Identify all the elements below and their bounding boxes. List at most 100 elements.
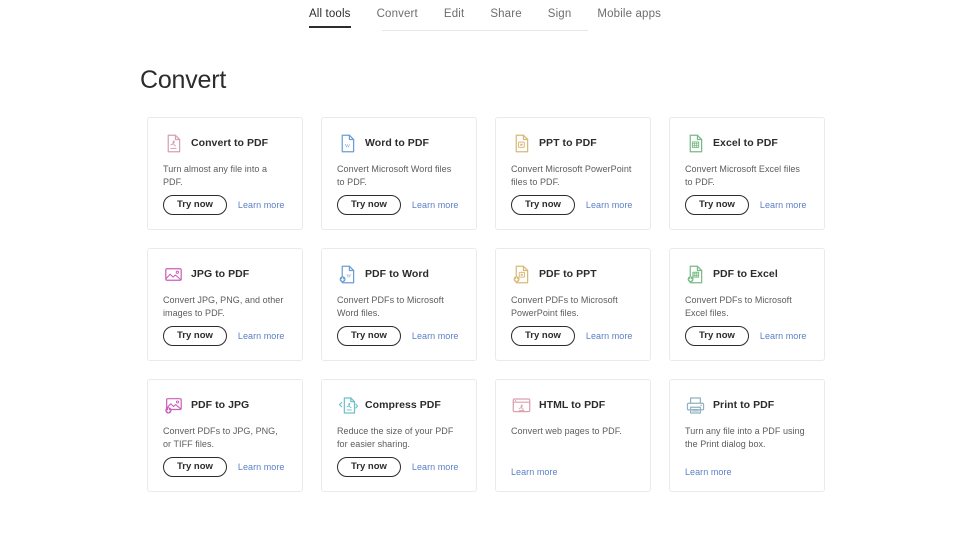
card-description: Convert Microsoft Excel files to PDF. bbox=[685, 164, 800, 188]
card-title: PDF to Excel bbox=[713, 267, 778, 280]
try-now-button[interactable]: Try now bbox=[685, 325, 749, 346]
learn-more-link[interactable]: Learn more bbox=[685, 467, 732, 477]
learn-more-link[interactable]: Learn more bbox=[412, 331, 459, 341]
card-title: PDF to JPG bbox=[191, 398, 250, 411]
printer-icon bbox=[685, 395, 706, 416]
card-actions: Learn more bbox=[511, 467, 558, 477]
try-now-button[interactable]: Try now bbox=[163, 325, 227, 346]
card-header: W PDF to Word bbox=[337, 263, 461, 285]
try-now-button[interactable]: Try now bbox=[511, 325, 575, 346]
card-title: HTML to PDF bbox=[539, 398, 606, 411]
nav-tab-share[interactable]: Share bbox=[490, 8, 521, 28]
learn-more-link[interactable]: Learn more bbox=[412, 200, 459, 210]
nav-tab-edit[interactable]: Edit bbox=[444, 8, 464, 28]
card-header: JPG to PDF bbox=[163, 263, 287, 285]
tool-card-pdf-to-ppt[interactable]: PDF to PPT Convert PDFs to Microsoft Powe… bbox=[495, 248, 651, 361]
card-description: Convert PDFs to Microsoft PowerPoint fil… bbox=[511, 295, 618, 319]
card-header: PDF to JPG bbox=[163, 394, 287, 416]
card-description: Convert PDFs to Microsoft Excel files. bbox=[685, 295, 792, 319]
word-document-icon: W bbox=[337, 133, 358, 154]
tool-card-jpg-to-pdf[interactable]: JPG to PDF Convert JPG, PNG, and other im… bbox=[147, 248, 303, 361]
card-actions: Try now Learn more bbox=[337, 194, 459, 215]
card-actions: Try now Learn more bbox=[337, 325, 459, 346]
tool-card-pdf-to-jpg[interactable]: PDF to JPG Convert PDFs to JPG, PNG, or T… bbox=[147, 379, 303, 492]
card-description: Convert JPG, PNG, and other images to PD… bbox=[163, 295, 284, 319]
nav-tab-mobile-apps[interactable]: Mobile apps bbox=[597, 8, 661, 28]
powerpoint-document-download-icon bbox=[511, 264, 532, 285]
card-description: Reduce the size of your PDF for easier s… bbox=[337, 426, 454, 450]
tool-card-html-to-pdf[interactable]: HTML to PDF Convert web pages to PDF. Lear… bbox=[495, 379, 651, 492]
card-header: Compress PDF bbox=[337, 394, 461, 416]
card-header: Print to PDF bbox=[685, 394, 809, 416]
card-header: W Word to PDF bbox=[337, 132, 461, 154]
top-navigation-bar: All tools Convert Edit Share Sign Mobile apps bbox=[0, 0, 970, 32]
try-now-button[interactable]: Try now bbox=[511, 194, 575, 215]
card-actions: Try now Learn more bbox=[685, 194, 807, 215]
card-header: PDF to PPT bbox=[511, 263, 635, 285]
card-actions: Learn more bbox=[685, 467, 732, 477]
card-header: PDF to Excel bbox=[685, 263, 809, 285]
excel-document-download-icon bbox=[685, 264, 706, 285]
powerpoint-document-icon bbox=[511, 133, 532, 154]
card-description: Convert web pages to PDF. bbox=[511, 426, 622, 436]
card-description: Convert Microsoft Word files to PDF. bbox=[337, 164, 452, 188]
card-title: Word to PDF bbox=[365, 136, 429, 149]
nav-item-list: All tools Convert Edit Share Sign Mobile apps bbox=[308, 0, 661, 28]
nav-tab-convert[interactable]: Convert bbox=[377, 8, 418, 28]
tool-card-pdf-to-word[interactable]: W PDF to Word Convert PDFs to Microsoft Wo… bbox=[321, 248, 477, 361]
svg-text:W: W bbox=[347, 274, 352, 279]
excel-document-icon bbox=[685, 133, 706, 154]
card-actions: Try now Learn more bbox=[163, 194, 285, 215]
browser-pdf-icon bbox=[511, 395, 532, 416]
image-icon bbox=[163, 264, 184, 285]
nav-tab-all-tools[interactable]: All tools bbox=[308, 8, 351, 28]
card-title: PPT to PDF bbox=[539, 136, 597, 149]
try-now-button[interactable]: Try now bbox=[685, 194, 749, 215]
card-header: Convert to PDF bbox=[163, 132, 287, 154]
card-header: Excel to PDF bbox=[685, 132, 809, 154]
tool-card-grid: Convert to PDF Turn almost any file into … bbox=[147, 117, 827, 492]
pdf-document-icon bbox=[163, 133, 184, 154]
card-header: PPT to PDF bbox=[511, 132, 635, 154]
try-now-button[interactable]: Try now bbox=[337, 194, 401, 215]
tool-card-ppt-to-pdf[interactable]: PPT to PDF Convert Microsoft PowerPoint f… bbox=[495, 117, 651, 230]
card-actions: Try now Learn more bbox=[511, 325, 633, 346]
learn-more-link[interactable]: Learn more bbox=[238, 462, 285, 472]
card-description: Turn any file into a PDF using the Print… bbox=[685, 426, 805, 450]
nav-underline-rule bbox=[382, 30, 588, 31]
learn-more-link[interactable]: Learn more bbox=[760, 331, 807, 341]
card-header: HTML to PDF bbox=[511, 394, 635, 416]
learn-more-link[interactable]: Learn more bbox=[238, 331, 285, 341]
learn-more-link[interactable]: Learn more bbox=[586, 200, 633, 210]
card-title: Convert to PDF bbox=[191, 136, 269, 149]
page-title: Convert bbox=[140, 66, 227, 94]
tool-card-compress-pdf[interactable]: Compress PDF Reduce the size of your PDF … bbox=[321, 379, 477, 492]
word-document-download-icon: W bbox=[337, 264, 358, 285]
card-title: Excel to PDF bbox=[713, 136, 778, 149]
nav-tab-sign[interactable]: Sign bbox=[548, 8, 572, 28]
try-now-button[interactable]: Try now bbox=[337, 325, 401, 346]
tool-card-excel-to-pdf[interactable]: Excel to PDF Convert Microsoft Excel file… bbox=[669, 117, 825, 230]
learn-more-link[interactable]: Learn more bbox=[412, 462, 459, 472]
card-actions: Try now Learn more bbox=[511, 194, 633, 215]
learn-more-link[interactable]: Learn more bbox=[586, 331, 633, 341]
card-title: Print to PDF bbox=[713, 398, 775, 411]
image-download-icon bbox=[163, 395, 184, 416]
tool-card-pdf-to-excel[interactable]: PDF to Excel Convert PDFs to Microsoft Ex… bbox=[669, 248, 825, 361]
tool-card-print-to-pdf[interactable]: Print to PDF Turn any file into a PDF usi… bbox=[669, 379, 825, 492]
card-title: PDF to PPT bbox=[539, 267, 597, 280]
card-title: PDF to Word bbox=[365, 267, 429, 280]
card-actions: Try now Learn more bbox=[163, 456, 285, 477]
card-description: Turn almost any file into a PDF. bbox=[163, 164, 268, 188]
try-now-button[interactable]: Try now bbox=[163, 456, 227, 477]
svg-text:W: W bbox=[345, 143, 351, 149]
try-now-button[interactable]: Try now bbox=[337, 456, 401, 477]
learn-more-link[interactable]: Learn more bbox=[511, 467, 558, 477]
learn-more-link[interactable]: Learn more bbox=[760, 200, 807, 210]
tool-card-convert-to-pdf[interactable]: Convert to PDF Turn almost any file into … bbox=[147, 117, 303, 230]
card-actions: Try now Learn more bbox=[163, 325, 285, 346]
learn-more-link[interactable]: Learn more bbox=[238, 200, 285, 210]
tool-card-word-to-pdf[interactable]: W Word to PDF Convert Microsoft Word files… bbox=[321, 117, 477, 230]
card-actions: Try now Learn more bbox=[337, 456, 459, 477]
try-now-button[interactable]: Try now bbox=[163, 194, 227, 215]
